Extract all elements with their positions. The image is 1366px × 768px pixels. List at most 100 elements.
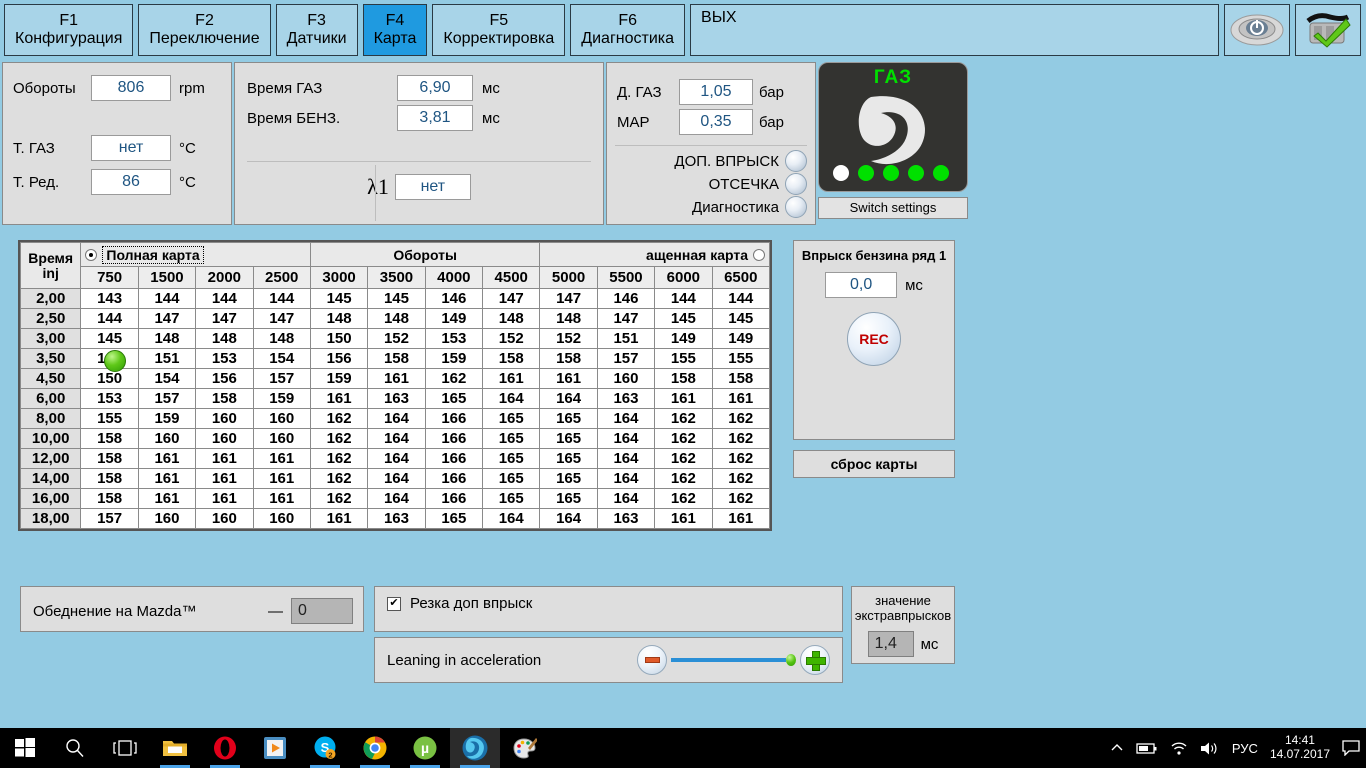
map-cell[interactable]: 164	[596, 468, 656, 489]
switch-settings-button[interactable]: Switch settings	[818, 197, 968, 219]
map-cell[interactable]: 166	[424, 468, 484, 489]
task-view-button[interactable]	[100, 728, 150, 768]
short-map-radio[interactable]	[753, 248, 765, 261]
map-cell[interactable]: 164	[596, 448, 656, 469]
map-cell[interactable]: 164	[367, 408, 426, 429]
tab-f3-sensors[interactable]: F3 Датчики	[275, 4, 358, 56]
map-cell[interactable]: 152	[539, 328, 598, 349]
lambda-value[interactable]: нет	[394, 174, 471, 200]
map-cell[interactable]: 162	[711, 448, 771, 469]
map-cell[interactable]: 144	[654, 288, 713, 309]
map-cell[interactable]: 160	[195, 408, 254, 429]
decrease-button[interactable]	[637, 645, 667, 675]
map-cell[interactable]: 165	[482, 408, 541, 429]
map-cell[interactable]: 165	[424, 388, 484, 409]
map-cell[interactable]: 160	[195, 508, 254, 529]
map-cell[interactable]: 151	[596, 328, 656, 349]
map-cell[interactable]: 160	[252, 408, 311, 429]
map-cell[interactable]: 148	[309, 308, 369, 329]
show-hidden-icons-button[interactable]	[1104, 728, 1130, 768]
map-cell[interactable]: 155	[654, 348, 713, 369]
map-cell[interactable]: 145	[367, 288, 426, 309]
mazda-leaning-value[interactable]: 0	[291, 598, 353, 624]
map-cell[interactable]: 166	[424, 448, 484, 469]
map-cell[interactable]: 165	[539, 468, 598, 489]
media-player-button[interactable]	[250, 728, 300, 768]
start-button[interactable]	[0, 728, 50, 768]
map-cell[interactable]: 162	[309, 488, 369, 509]
tab-f4-map[interactable]: F4 Карта	[362, 4, 428, 56]
skype-button[interactable]: S 2	[300, 728, 350, 768]
map-cell[interactable]: 165	[424, 508, 484, 529]
map-cell[interactable]: 161	[252, 468, 311, 489]
map-cell[interactable]: 165	[539, 428, 598, 449]
map-cell[interactable]: 164	[596, 488, 656, 509]
tab-f2-switching[interactable]: F2 Переключение	[138, 4, 271, 56]
map-value[interactable]: 0,35	[679, 109, 753, 135]
tab-f1-configuration[interactable]: F1 Конфигурация	[4, 4, 134, 56]
map-cell[interactable]: 162	[309, 428, 369, 449]
map-cell[interactable]: 152	[367, 328, 426, 349]
connection-status-button[interactable]	[1295, 4, 1361, 56]
map-cell[interactable]: 164	[539, 508, 598, 529]
map-cell[interactable]: 162	[654, 448, 713, 469]
map-cell[interactable]: 164	[367, 448, 426, 469]
leaning-acceleration-slider[interactable]	[671, 654, 796, 666]
opera-button[interactable]	[200, 728, 250, 768]
map-cell[interactable]: 148	[195, 328, 254, 349]
action-center-button[interactable]	[1336, 728, 1366, 768]
map-cell[interactable]: 159	[137, 408, 197, 429]
map-cell[interactable]: 157	[80, 508, 139, 529]
slider-track[interactable]	[671, 658, 786, 662]
map-cell[interactable]: 161	[137, 468, 197, 489]
map-cell[interactable]: 162	[711, 488, 771, 509]
map-cell[interactable]: 160	[195, 428, 254, 449]
map-cell[interactable]: 153	[424, 328, 484, 349]
map-cell[interactable]: 145	[309, 288, 369, 309]
map-cell[interactable]: 162	[654, 468, 713, 489]
map-cell[interactable]: 158	[80, 448, 139, 469]
map-cell[interactable]: 162	[711, 428, 771, 449]
map-cell[interactable]: 159	[252, 388, 311, 409]
map-cell[interactable]: 162	[424, 368, 484, 389]
map-cell[interactable]: 153	[80, 388, 139, 409]
map-cell[interactable]: 165	[482, 448, 541, 469]
map-cell[interactable]: 161	[195, 468, 254, 489]
tab-f5-correction[interactable]: F5 Корректировка	[432, 4, 566, 56]
map-cell[interactable]: 164	[367, 468, 426, 489]
map-cell[interactable]: 144	[195, 288, 254, 309]
map-cell[interactable]: 164	[482, 388, 541, 409]
map-cell[interactable]: 165	[482, 488, 541, 509]
map-cell[interactable]: 154	[252, 348, 311, 369]
map-cell[interactable]: 153	[195, 348, 254, 369]
map-cell[interactable]: 150	[80, 368, 139, 389]
map-cell[interactable]: 147	[252, 308, 311, 329]
utorrent-button[interactable]: µ	[400, 728, 450, 768]
time-petrol-value[interactable]: 3,81	[397, 105, 473, 131]
map-cell[interactable]: 158	[80, 468, 139, 489]
sharp-extra-injection-checkbox[interactable]: ✔	[387, 596, 401, 611]
map-cell[interactable]: 147	[539, 288, 598, 309]
battery-button[interactable]	[1130, 728, 1164, 768]
full-map-radio[interactable]	[85, 248, 98, 261]
map-cell[interactable]: 145	[654, 308, 713, 329]
map-cell[interactable]: 162	[309, 468, 369, 489]
map-cell[interactable]: 145	[80, 328, 139, 349]
rec-button[interactable]: REC	[847, 312, 901, 366]
map-cell[interactable]: 161	[309, 388, 369, 409]
tab-f6-diagnostics[interactable]: F6 Диагностика	[570, 4, 686, 56]
map-cell[interactable]: 157	[252, 368, 311, 389]
gas-indicator-panel[interactable]: ГАЗ	[818, 62, 968, 192]
map-cell[interactable]: 162	[711, 408, 771, 429]
map-cell[interactable]: 145	[711, 308, 771, 329]
map-cell[interactable]: 161	[654, 508, 713, 529]
reset-map-button[interactable]: сброс карты	[793, 450, 955, 478]
map-cell[interactable]: 162	[654, 408, 713, 429]
map-cell[interactable]: 161	[539, 368, 598, 389]
map-cell[interactable]: 148	[367, 308, 426, 329]
map-cell[interactable]: 164	[367, 488, 426, 509]
rpm-value[interactable]: 806	[91, 75, 171, 101]
map-cell[interactable]: 163	[367, 388, 426, 409]
map-cell[interactable]: 157	[596, 348, 656, 369]
map-cell[interactable]: 161	[137, 488, 197, 509]
